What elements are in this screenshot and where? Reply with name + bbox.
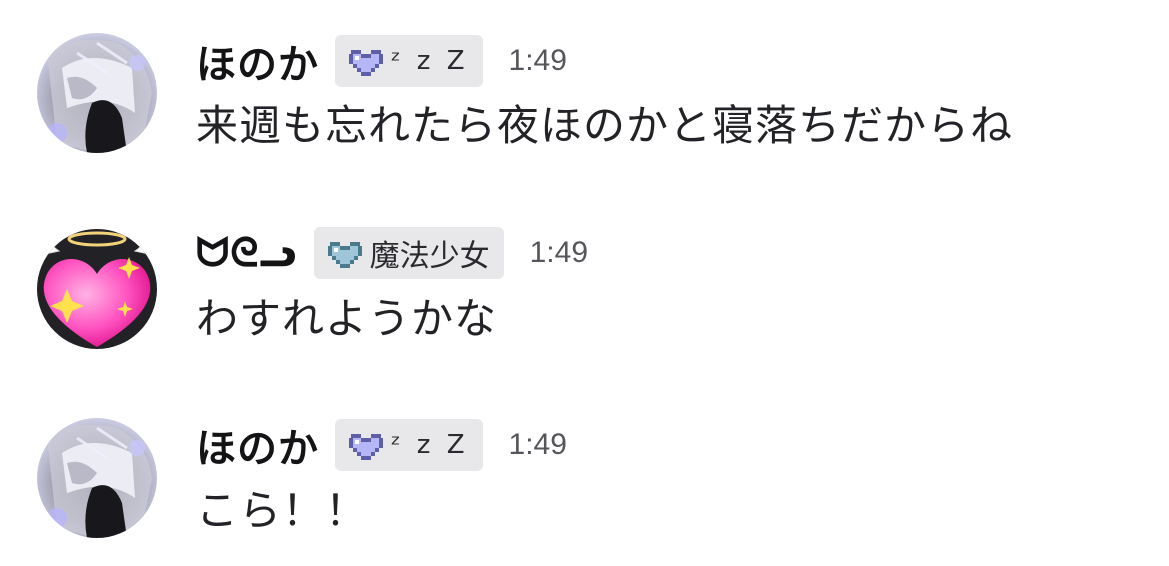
- username[interactable]: ᗢᘓᓗ: [196, 230, 298, 276]
- lavender-pixel-heart-icon: [347, 428, 385, 462]
- message-header: ほのか ᶻ z Z 1:49: [196, 26, 567, 96]
- badge-label: ᶻ z Z: [391, 46, 469, 76]
- badge-label: ᶻ z Z: [391, 430, 469, 460]
- chat-message: ほのか ᶻ z Z 1:49 こら！！: [0, 385, 1169, 545]
- message-header: ほのか ᶻ z Z 1:49: [196, 410, 567, 480]
- avatar[interactable]: [37, 33, 157, 153]
- message-text: わすれようかな: [196, 294, 498, 343]
- avatar[interactable]: [37, 229, 157, 349]
- timestamp: 1:49: [508, 428, 567, 461]
- username[interactable]: ほのか: [196, 416, 319, 474]
- lavender-pixel-heart-icon: [347, 44, 385, 78]
- badge-label: 魔法少女: [369, 239, 490, 274]
- chat-message: ほのか ᶻ z Z 1:49 来週も忘れたら夜ほのかと寝落ちだからね: [0, 0, 1169, 160]
- message-text: 来週も忘れたら夜ほのかと寝落ちだからね: [196, 101, 1014, 150]
- message-text: こら！！: [196, 486, 369, 535]
- chat-message: ᗢᘓᓗ 魔法少女 1:49 わすれようかな: [0, 193, 1169, 353]
- message-header: ᗢᘓᓗ 魔法少女 1:49: [196, 218, 588, 288]
- chat-log: ほのか ᶻ z Z 1:49 来週も忘れたら夜ほのかと寝落ちだからね ᗢᘓᓗ 魔…: [0, 0, 1169, 566]
- timestamp: 1:49: [529, 236, 588, 269]
- anime-girl-avatar-icon: [37, 33, 157, 153]
- role-badge[interactable]: ᶻ z Z: [335, 35, 483, 87]
- role-badge[interactable]: 魔法少女: [313, 227, 504, 279]
- teal-pixel-heart-icon: [326, 236, 364, 270]
- avatar[interactable]: [37, 418, 157, 538]
- pink-heart-angel-avatar-icon: [37, 229, 157, 349]
- username[interactable]: ほのか: [196, 32, 319, 90]
- timestamp: 1:49: [508, 44, 567, 77]
- role-badge[interactable]: ᶻ z Z: [335, 419, 483, 471]
- anime-girl-avatar-icon: [37, 418, 157, 538]
